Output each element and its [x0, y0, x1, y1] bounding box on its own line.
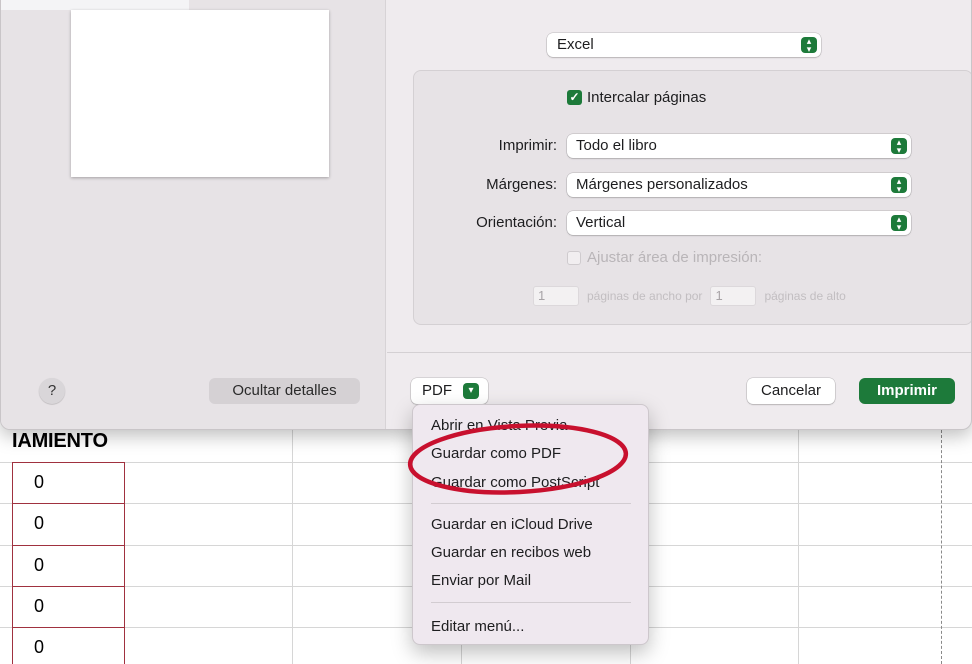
up-down-chevron-icon: ▴ ▾ — [891, 177, 907, 194]
up-down-chevron-icon: ▴ ▾ — [891, 215, 907, 232]
divider — [387, 352, 971, 353]
print-dialog: ? Ocultar detalles Excel ▴ ▾ ✓ Intercalar… — [0, 0, 972, 430]
fit-pages-row: 1 páginas de ancho por 1 páginas de alto — [533, 286, 846, 306]
menu-item-open-preview[interactable]: Abrir en Vista Previa — [431, 417, 567, 434]
menu-item-edit-menu[interactable]: Editar menú... — [431, 618, 524, 635]
sheet-title: IAMIENTO — [12, 430, 108, 452]
orientation-select[interactable]: Vertical ▴ ▾ — [567, 211, 911, 235]
up-down-chevron-icon: ▴ ▾ — [891, 138, 907, 155]
menu-item-save-web-receipts[interactable]: Guardar en recibos web — [431, 544, 591, 561]
preview-pane: ? Ocultar detalles — [1, 0, 386, 429]
cell-value[interactable]: 0 — [34, 472, 44, 493]
fit-print-area-checkbox — [567, 250, 581, 265]
chevron-down-icon: ▾ — [463, 383, 479, 399]
cell-value[interactable]: 0 — [34, 596, 44, 617]
app-settings-value: Excel — [557, 36, 594, 53]
cancel-button[interactable]: Cancelar — [747, 378, 835, 404]
cell-border — [12, 545, 125, 546]
menu-item-save-as-pdf[interactable]: Guardar como PDF — [431, 445, 561, 462]
app-settings-select[interactable]: Excel ▴ ▾ — [547, 33, 821, 57]
menu-separator — [431, 602, 631, 603]
print-range-select[interactable]: Todo el libro ▴ ▾ — [567, 134, 911, 158]
pages-wide-label: páginas de ancho por — [587, 289, 703, 303]
pdf-label: PDF — [422, 382, 452, 399]
grid-column-line — [798, 430, 799, 664]
orientation-value: Vertical — [576, 214, 626, 231]
settings-pane: Excel ▴ ▾ ✓ Intercalar páginas Imprimir: … — [387, 0, 971, 429]
highlighted-column — [12, 462, 125, 664]
pdf-dropdown-menu: Abrir en Vista Previa Guardar como PDF G… — [412, 404, 649, 645]
fit-print-area-row: Ajustar área de impresión: — [567, 249, 762, 266]
cell-value[interactable]: 0 — [34, 555, 44, 576]
window-edge — [1, 0, 189, 10]
hide-details-button[interactable]: Ocultar detalles — [209, 378, 360, 404]
pages-tall-label: páginas de alto — [764, 289, 846, 303]
cell-border — [12, 462, 125, 463]
collate-label: Intercalar páginas — [587, 89, 707, 106]
cell-border — [12, 503, 125, 504]
margins-select[interactable]: Márgenes personalizados ▴ ▾ — [567, 173, 911, 197]
cell-border — [12, 627, 125, 628]
checkmark-icon[interactable]: ✓ — [567, 90, 582, 105]
up-down-chevron-icon: ▴ ▾ — [801, 37, 817, 54]
print-button[interactable]: Imprimir — [859, 378, 955, 404]
pages-tall-field: 1 — [710, 286, 757, 306]
cell-value[interactable]: 0 — [34, 637, 44, 658]
grid-column-line — [292, 430, 293, 664]
page-break-line — [941, 430, 942, 664]
orientation-label: Orientación: — [476, 214, 557, 231]
margins-label: Márgenes: — [486, 176, 557, 193]
pages-wide-field: 1 — [533, 286, 579, 306]
fit-print-area-label: Ajustar área de impresión: — [587, 249, 763, 266]
pdf-menu-button[interactable]: PDF ▾ — [411, 378, 488, 404]
cell-value[interactable]: 0 — [34, 513, 44, 534]
menu-item-save-as-postscript[interactable]: Guardar como PostScript — [431, 474, 599, 491]
cell-border — [12, 586, 125, 587]
page-preview — [71, 10, 329, 177]
help-button[interactable]: ? — [39, 378, 65, 404]
menu-item-send-mail[interactable]: Enviar por Mail — [431, 572, 531, 589]
margins-value: Márgenes personalizados — [576, 176, 748, 193]
menu-item-save-icloud[interactable]: Guardar en iCloud Drive — [431, 516, 593, 533]
print-range-label: Imprimir: — [498, 137, 557, 154]
collate-checkbox-row[interactable]: ✓ Intercalar páginas — [567, 89, 706, 106]
menu-separator — [431, 503, 631, 504]
print-range-value: Todo el libro — [576, 137, 657, 154]
